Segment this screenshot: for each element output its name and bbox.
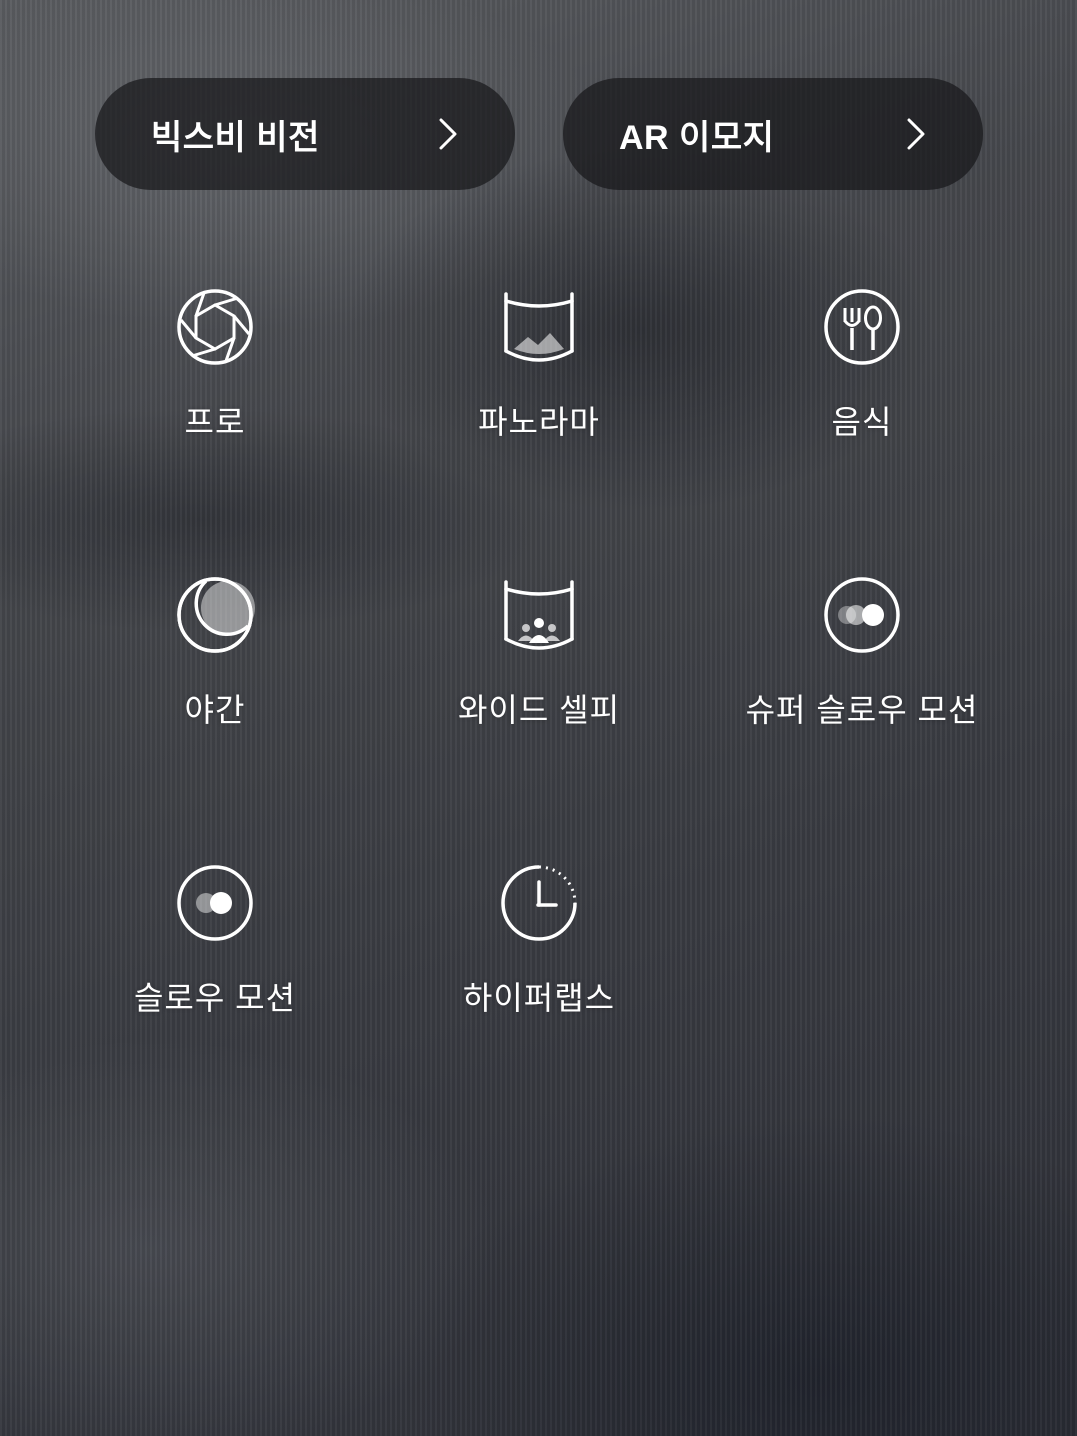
mode-slow-motion[interactable]: 슬로우 모션 xyxy=(65,863,365,1063)
mode-night[interactable]: 야간 xyxy=(65,575,365,775)
mode-label: 음식 xyxy=(831,404,893,440)
mode-hyperlapse[interactable]: 하이퍼랩스 xyxy=(389,863,689,1063)
super-slow-motion-icon xyxy=(822,575,902,655)
mode-super-slow-motion[interactable]: 슈퍼 슬로우 모션 xyxy=(712,575,1012,775)
mode-label: 프로 xyxy=(184,404,246,440)
mode-panorama[interactable]: 파노라마 xyxy=(389,287,689,487)
ar-emoji-button[interactable]: AR 이모지 xyxy=(563,78,983,190)
bixby-vision-label: 빅스비 비전 xyxy=(151,118,320,157)
ar-emoji-label: AR 이모지 xyxy=(619,118,775,157)
fork-spoon-icon xyxy=(822,287,902,367)
mode-label: 슈퍼 슬로우 모션 xyxy=(745,692,979,728)
wide-selfie-icon xyxy=(499,575,579,655)
mode-label: 파노라마 xyxy=(478,404,600,440)
chevron-right-icon xyxy=(437,117,459,151)
moon-icon xyxy=(175,575,255,655)
chevron-right-icon xyxy=(905,117,927,151)
mode-label: 야간 xyxy=(184,692,246,728)
mode-wide-selfie[interactable]: 와이드 셀피 xyxy=(389,575,689,775)
mode-label: 슬로우 모션 xyxy=(133,980,297,1016)
mode-food[interactable]: 음식 xyxy=(712,287,1012,487)
mode-pro[interactable]: 프로 xyxy=(65,287,365,487)
mode-label: 와이드 셀피 xyxy=(457,692,621,728)
panorama-icon xyxy=(499,287,579,367)
hyperlapse-clock-icon xyxy=(499,863,579,943)
aperture-icon xyxy=(175,287,255,367)
slow-motion-icon xyxy=(175,863,255,943)
mode-label: 하이퍼랩스 xyxy=(462,980,616,1016)
bixby-vision-button[interactable]: 빅스비 비전 xyxy=(95,78,515,190)
